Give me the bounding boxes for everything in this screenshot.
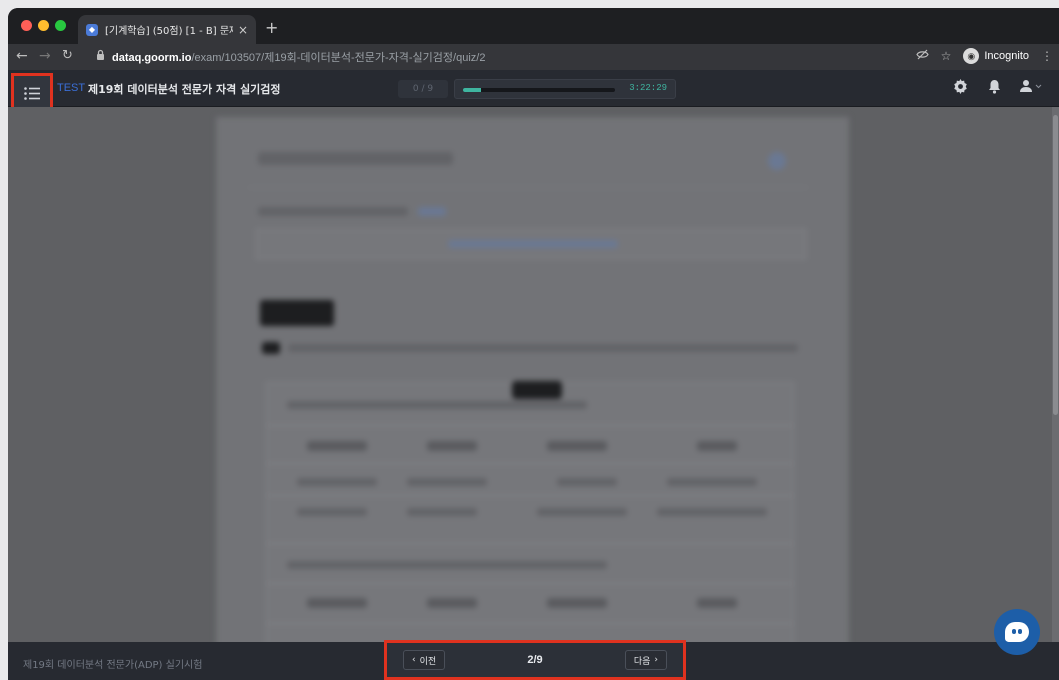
- progress-fill: [463, 88, 482, 92]
- prev-question-button[interactable]: ‹ 이전: [403, 650, 446, 670]
- address-bar-actions: ☆ ◉ Incognito ⋮: [915, 48, 1053, 64]
- back-arrow-icon[interactable]: ←: [16, 48, 28, 64]
- incognito-indicator[interactable]: ◉ Incognito: [963, 48, 1029, 64]
- chat-bot-button[interactable]: [994, 609, 1040, 655]
- test-tag: TEST: [57, 82, 86, 94]
- bell-icon[interactable]: [988, 79, 1001, 98]
- blurred-table: [266, 381, 794, 642]
- blurred-content: [8, 107, 1059, 642]
- minimize-window-button[interactable]: [38, 20, 49, 31]
- favicon-icon: ◆: [86, 23, 98, 36]
- list-icon: [24, 85, 40, 104]
- star-icon[interactable]: ☆: [941, 49, 952, 63]
- reload-icon[interactable]: ↻: [62, 48, 73, 63]
- url-host: dataq.goorm.io: [112, 52, 192, 64]
- question-content-area: [8, 107, 1059, 642]
- exam-footer: 제19회 데이터분석 전문가(ADP) 실기시험 ‹ 이전 2/9 다음 ›: [8, 640, 1059, 680]
- url-path: /exam/103507/제19회-데이터분석-전문가-자격-실기검정/quiz…: [191, 52, 486, 64]
- kebab-menu-icon[interactable]: ⋮: [1041, 49, 1053, 63]
- tab-bar: ◆ [기계학습] (50점) [1 - B] 문제 - 제 × +: [8, 8, 1059, 44]
- scrollbar-thumb[interactable]: [1053, 115, 1058, 415]
- maximize-window-button[interactable]: [55, 20, 66, 31]
- progress-timer: 3:22:29: [454, 79, 676, 99]
- footer-exam-title: 제19회 데이터분석 전문가(ADP) 실기시험: [23, 660, 203, 671]
- prev-label: 이전: [419, 656, 437, 667]
- forward-arrow-icon[interactable]: →: [39, 48, 51, 64]
- eye-off-icon[interactable]: [915, 49, 929, 63]
- address-bar: ← → ↻ dataq.goorm.io/exam/103507/제19회-데이…: [8, 44, 1059, 70]
- close-window-button[interactable]: [21, 20, 32, 31]
- chat-bot-icon: [1005, 622, 1029, 642]
- new-tab-button[interactable]: +: [265, 18, 278, 37]
- chevron-right-icon: ›: [654, 655, 658, 665]
- chevron-left-icon: ‹: [412, 655, 416, 665]
- browser-window: ◆ [기계학습] (50점) [1 - B] 문제 - 제 × + ← → ↻ …: [8, 8, 1059, 680]
- gear-icon[interactable]: [953, 79, 968, 98]
- page-scrollbar[interactable]: [1052, 107, 1059, 642]
- incognito-icon: ◉: [963, 48, 980, 64]
- next-question-button[interactable]: 다음 ›: [624, 650, 667, 670]
- question-navigation: ‹ 이전 2/9 다음 ›: [384, 640, 686, 680]
- browser-tab[interactable]: ◆ [기계학습] (50점) [1 - B] 문제 - 제 ×: [78, 15, 256, 44]
- exam-header: TEST 제19회 데이터분석 전문가 자격 실기검정 0 / 9 3:22:2…: [8, 70, 1059, 115]
- next-label: 다음: [633, 656, 651, 667]
- url-field[interactable]: dataq.goorm.io/exam/103507/제19회-데이터분석-전문…: [112, 49, 485, 65]
- timer: 3:22:29: [629, 83, 667, 93]
- incognito-label: Incognito: [984, 50, 1029, 62]
- page-indicator: 2/9: [527, 654, 543, 666]
- answered-counter: 0 / 9: [398, 80, 448, 98]
- tab-close-icon[interactable]: ×: [238, 23, 248, 37]
- lock-icon: [96, 49, 105, 63]
- user-icon[interactable]: [1020, 79, 1042, 97]
- exam-title: 제19회 데이터분석 전문가 자격 실기검정: [88, 83, 281, 96]
- tab-title: [기계학습] (50점) [1 - B] 문제 - 제: [105, 26, 233, 37]
- progress-bar: [463, 88, 615, 92]
